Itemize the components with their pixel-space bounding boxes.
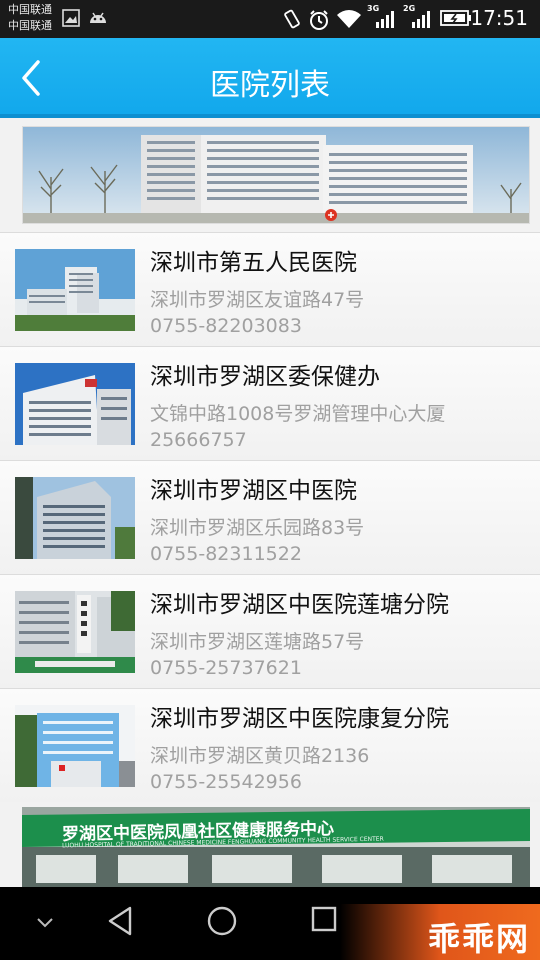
- image-icon: [62, 9, 80, 27]
- battery-icon: [440, 10, 471, 26]
- hospital-row[interactable]: 深圳市罗湖区中医院莲塘分院 深圳市罗湖区莲塘路57号 0755-25737621: [0, 574, 540, 688]
- wifi-icon: [337, 10, 361, 28]
- hospital-row[interactable]: 深圳市罗湖区委保健办 文锦中路1008号罗湖管理中心大厦 25666757: [0, 346, 540, 460]
- clock: 17:51: [470, 6, 528, 30]
- rotation-icon: [284, 9, 300, 29]
- hospital-name: 深圳市罗湖区中医院康复分院: [150, 706, 449, 732]
- hospital-list: 深圳市第五人民医院 深圳市罗湖区友谊路47号 0755-82203083 深圳市…: [0, 232, 540, 802]
- hospital-thumbnail: [15, 363, 135, 445]
- hospital-name: 深圳市罗湖区中医院: [150, 478, 357, 504]
- hospital-thumbnail: [15, 249, 135, 331]
- hospital-address: 深圳市罗湖区黄贝路2136: [150, 745, 370, 767]
- hospital-name: 深圳市罗湖区委保健办: [150, 364, 380, 390]
- alarm-icon: [310, 10, 328, 30]
- page-title: 医院列表: [210, 68, 330, 103]
- hospital-thumbnail: [15, 705, 135, 787]
- watermark-logo: 乖乖网: [427, 920, 530, 958]
- hospital-phone: 25666757: [150, 429, 247, 451]
- signal-icon-2: [412, 11, 430, 28]
- hospital-row[interactable]: 深圳市罗湖区中医院康复分院 深圳市罗湖区黄贝路2136 0755-2554295…: [0, 688, 540, 802]
- hospital-address: 文锦中路1008号罗湖管理中心大厦: [150, 403, 446, 425]
- hospital-name: 深圳市第五人民医院: [150, 250, 357, 276]
- status-bar: 中国联通 中国联通 3G 2G 17:51: [0, 0, 540, 38]
- hospital-address: 深圳市罗湖区莲塘路57号: [150, 631, 365, 653]
- carrier-label-2: 中国联通: [8, 19, 52, 32]
- hospital-address: 深圳市罗湖区友谊路47号: [150, 289, 365, 311]
- signal-icon-1: [376, 11, 394, 28]
- top-banner-image[interactable]: [22, 126, 530, 224]
- home-circle-icon[interactable]: [206, 905, 238, 937]
- hospital-name: 深圳市罗湖区中医院莲塘分院: [150, 592, 449, 618]
- hospital-thumbnail: [15, 591, 135, 673]
- hospital-phone: 0755-25542956: [150, 771, 302, 793]
- bottom-banner-image[interactable]: 罗湖区中医院凤凰社区健康服务中心 LUOHU HOSPITAL OF TRADI…: [22, 807, 530, 887]
- hospital-phone: 0755-82311522: [150, 543, 302, 565]
- recents-square-icon[interactable]: [310, 905, 338, 935]
- hospital-phone: 0755-82203083: [150, 315, 302, 337]
- back-triangle-icon[interactable]: [106, 905, 134, 937]
- title-bar: 医院列表: [0, 38, 540, 118]
- carrier-label-1: 中国联通: [8, 3, 52, 16]
- hospital-address: 深圳市罗湖区乐园路83号: [150, 517, 365, 539]
- hospital-phone: 0755-25737621: [150, 657, 302, 679]
- hospital-thumbnail: [15, 477, 135, 559]
- chevron-down-icon[interactable]: [36, 917, 54, 929]
- hospital-row[interactable]: 深圳市罗湖区中医院 深圳市罗湖区乐园路83号 0755-82311522: [0, 460, 540, 574]
- android-icon: [90, 12, 106, 23]
- hospital-row[interactable]: 深圳市第五人民医院 深圳市罗湖区友谊路47号 0755-82203083: [0, 232, 540, 346]
